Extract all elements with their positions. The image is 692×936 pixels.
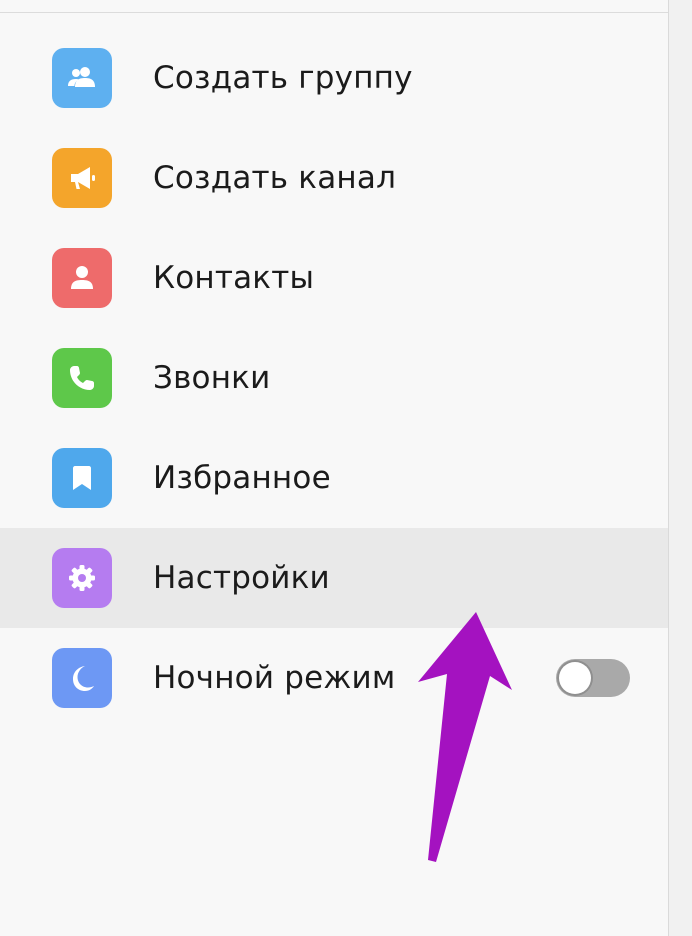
top-divider bbox=[0, 12, 668, 13]
megaphone-icon bbox=[52, 148, 112, 208]
menu-item-label: Избранное bbox=[153, 460, 331, 496]
menu-item-label: Создать канал bbox=[153, 160, 397, 196]
menu-item-favorites[interactable]: Избранное bbox=[0, 428, 668, 528]
menu-item-night-mode[interactable]: Ночной режим bbox=[0, 628, 668, 728]
menu-item-create-group[interactable]: Создать группу bbox=[0, 28, 668, 128]
toggle-knob bbox=[559, 662, 591, 694]
night-mode-toggle[interactable] bbox=[556, 659, 630, 697]
menu-item-settings[interactable]: Настройки bbox=[0, 528, 668, 628]
menu-item-label: Создать группу bbox=[153, 60, 413, 96]
menu-item-calls[interactable]: Звонки bbox=[0, 328, 668, 428]
bookmark-icon bbox=[52, 448, 112, 508]
background-window bbox=[669, 0, 692, 936]
group-icon bbox=[52, 48, 112, 108]
side-menu: Создать группу Создать канал Контакты Зв… bbox=[0, 28, 668, 728]
menu-item-create-channel[interactable]: Создать канал bbox=[0, 128, 668, 228]
menu-item-label: Ночной режим bbox=[153, 660, 396, 696]
gear-icon bbox=[52, 548, 112, 608]
phone-icon bbox=[52, 348, 112, 408]
menu-item-label: Настройки bbox=[153, 560, 330, 596]
menu-item-contacts[interactable]: Контакты bbox=[0, 228, 668, 328]
person-icon bbox=[52, 248, 112, 308]
menu-item-label: Контакты bbox=[153, 260, 315, 296]
menu-item-label: Звонки bbox=[153, 360, 271, 396]
app-frame: Создать группу Создать канал Контакты Зв… bbox=[0, 0, 692, 936]
moon-icon bbox=[52, 648, 112, 708]
